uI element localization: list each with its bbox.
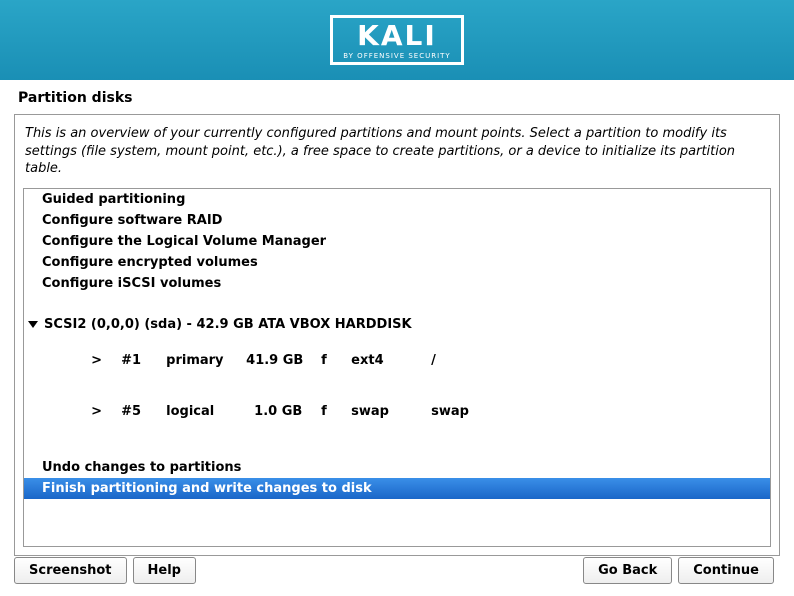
screenshot-button[interactable]: Screenshot [14, 557, 127, 584]
partition-indicator: > [91, 404, 121, 419]
intro-text: This is an overview of your currently co… [15, 115, 779, 188]
partition-size: 1.0 GB [246, 404, 321, 419]
logo: KALI BY OFFENSIVE SECURITY [330, 15, 463, 65]
partition-number: #1 [121, 353, 166, 368]
partition-row[interactable]: > #5 logical 1.0 GB f swap swap [24, 386, 770, 437]
option-configure-lvm[interactable]: Configure the Logical Volume Manager [24, 231, 770, 252]
partition-filesystem: ext4 [351, 353, 431, 368]
partition-row[interactable]: > #1 primary 41.9 GB f ext4 / [24, 335, 770, 386]
go-back-button[interactable]: Go Back [583, 557, 672, 584]
option-configure-raid[interactable]: Configure software RAID [24, 210, 770, 231]
footer-bar: Screenshot Help Go Back Continue [14, 557, 780, 584]
partition-mount: / [431, 353, 491, 368]
expand-triangle-icon [28, 321, 38, 328]
header-banner: KALI BY OFFENSIVE SECURITY [0, 0, 794, 80]
partition-list[interactable]: Guided partitioning Configure software R… [23, 188, 771, 547]
partition-filesystem: swap [351, 404, 431, 419]
option-finish-partitioning[interactable]: Finish partitioning and write changes to… [24, 478, 770, 499]
page-title: Partition disks [0, 80, 794, 114]
option-configure-iscsi[interactable]: Configure iSCSI volumes [24, 273, 770, 294]
partition-indicator: > [91, 353, 121, 368]
logo-subtitle: BY OFFENSIVE SECURITY [343, 52, 450, 60]
disk-label: SCSI2 (0,0,0) (sda) - 42.9 GB ATA VBOX H… [44, 317, 412, 332]
continue-button[interactable]: Continue [678, 557, 774, 584]
partition-mount: swap [431, 404, 491, 419]
partition-number: #5 [121, 404, 166, 419]
option-guided-partitioning[interactable]: Guided partitioning [24, 189, 770, 210]
option-configure-encrypted[interactable]: Configure encrypted volumes [24, 252, 770, 273]
spacer [24, 294, 770, 314]
spacer [24, 437, 770, 457]
disk-header[interactable]: SCSI2 (0,0,0) (sda) - 42.9 GB ATA VBOX H… [24, 314, 770, 335]
partition-size: 41.9 GB [246, 353, 321, 368]
option-undo-changes[interactable]: Undo changes to partitions [24, 457, 770, 478]
logo-text: KALI [343, 22, 450, 50]
content-panel: This is an overview of your currently co… [14, 114, 780, 556]
partition-flag: f [321, 404, 351, 419]
partition-type: primary [166, 353, 246, 368]
help-button[interactable]: Help [133, 557, 196, 584]
partition-type: logical [166, 404, 246, 419]
partition-flag: f [321, 353, 351, 368]
